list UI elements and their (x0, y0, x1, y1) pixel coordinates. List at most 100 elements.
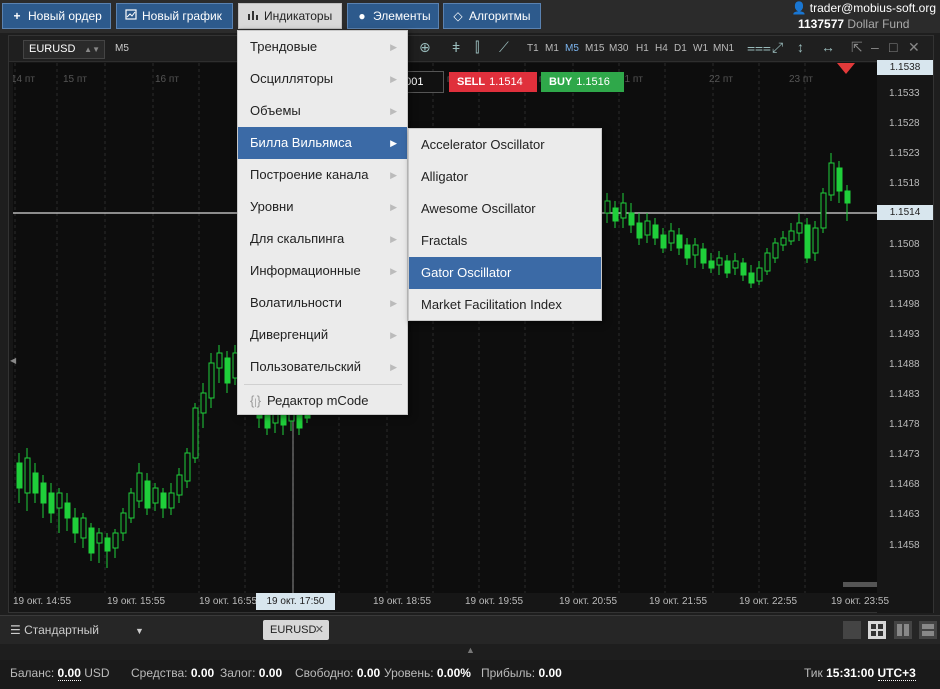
chevron-right-icon: ▶ (390, 266, 397, 276)
sell-button[interactable]: SELL 1.1514 (449, 72, 537, 92)
timeframe-h1[interactable]: H1 (636, 43, 649, 54)
timeframe-t1[interactable]: T1 (527, 43, 539, 54)
panel-expand-icon[interactable]: ▲ (466, 645, 475, 655)
submenu-item-accelerator[interactable]: Accelerator Oscillator (409, 129, 601, 161)
candle-body (636, 222, 643, 239)
detach-icon[interactable]: ⇱ (851, 39, 863, 56)
menu-item-volatility[interactable]: Волатильности ▶ (238, 287, 407, 319)
level-label: Уровень: (384, 666, 434, 680)
timeframe-m15[interactable]: M15 (585, 43, 604, 54)
candle-body (88, 527, 95, 554)
price-tick: 1.1483 (889, 389, 920, 400)
price-tick: 1.1478 (889, 419, 920, 431)
menu-item-volumes[interactable]: Объемы ▶ (238, 95, 407, 127)
menu-item-label: Билла Вильямса (250, 135, 352, 150)
buy-label: BUY (549, 76, 573, 88)
minimize-icon[interactable]: – (871, 39, 879, 55)
price-tick: 1.1468 (889, 479, 920, 491)
submenu-item-gator[interactable]: Gator Oscillator (409, 257, 601, 289)
layout-rows-icon[interactable] (919, 621, 937, 639)
margin-label: Залог: (220, 666, 256, 680)
candle-body (120, 512, 127, 534)
chart-tab[interactable]: EURUSD ✕ (263, 620, 329, 640)
time-tick: 19 окт. 23:55 (831, 596, 890, 607)
current-price-tag: 1.1514 (877, 205, 933, 220)
line-chart-icon[interactable]: ⟋ (499, 39, 509, 56)
new-chart-button[interactable]: Новый график (116, 3, 233, 29)
trading-app: { "toolbar": { "new_order": "Новый ордер… (0, 0, 940, 689)
timezone-select[interactable]: UTC+3 (877, 666, 916, 681)
elements-button[interactable]: ● Элементы (347, 3, 439, 29)
layout-grid-icon[interactable] (868, 621, 886, 639)
date-label: 16 пт (155, 74, 179, 85)
submenu-item-awesome[interactable]: Awesome Oscillator (409, 193, 601, 225)
timeframe-mn1[interactable]: MN1 (713, 43, 734, 54)
layout-columns-icon[interactable] (894, 621, 912, 639)
timeframe-h4[interactable]: H4 (655, 43, 668, 54)
line-tool-icon[interactable]: ǂ (452, 39, 460, 55)
menu-item-mcode-editor[interactable]: {|} Редактор mCode (238, 385, 407, 417)
candle-body (136, 472, 143, 502)
menu-item-channels[interactable]: Построение канала ▶ (238, 159, 407, 191)
trendline-icon[interactable]: ⤢ (772, 39, 783, 56)
menu-item-scalping[interactable]: Для скальпинга ▶ (238, 223, 407, 255)
margin-value: 0.00 (258, 666, 283, 680)
new-order-button[interactable]: + Новый ордер (2, 3, 111, 29)
layout-single-icon[interactable] (843, 621, 861, 639)
submenu-item-alligator[interactable]: Alligator (409, 161, 601, 193)
free-value: 0.00 (356, 666, 381, 680)
menu-item-bill-williams[interactable]: Билла Вильямса ▶ (238, 127, 407, 159)
status-bar: Баланс: 0.00 USD Средства: 0.00 Залог: 0… (0, 660, 940, 689)
candle-body (764, 252, 771, 272)
menu-item-label: Пользовательский (250, 359, 362, 374)
candle-body (796, 222, 803, 234)
price-tick: 1.1533 (889, 88, 920, 99)
submenu-item-mfi[interactable]: Market Facilitation Index (409, 289, 601, 321)
balance-value[interactable]: 0.00 (57, 666, 81, 681)
candle-body (780, 237, 787, 246)
menu-item-informational[interactable]: Информационные ▶ (238, 255, 407, 287)
candles-icon[interactable]: ⫿ (475, 39, 479, 56)
timeframe-d1[interactable]: D1 (674, 43, 687, 54)
vertical-line-icon[interactable]: ↕ (797, 39, 804, 55)
chevron-right-icon: ▶ (390, 74, 397, 84)
menu-item-levels[interactable]: Уровни ▶ (238, 191, 407, 223)
submenu-item-fractals[interactable]: Fractals (409, 225, 601, 257)
account-info[interactable]: 👤 trader@mobius-soft.org 1137577 Dollar … (791, 0, 940, 33)
indicators-button[interactable]: Индикаторы (238, 3, 342, 29)
layout-select[interactable]: ☰ Стандартный ▼ (10, 623, 144, 637)
timeframe-w1[interactable]: W1 (693, 43, 708, 54)
new-chart-label: Новый график (142, 9, 222, 23)
candle-body (72, 517, 79, 534)
candle-body (804, 224, 811, 259)
left-scroll-arrow[interactable]: ◀ (10, 356, 16, 365)
maximize-icon[interactable]: □ (889, 39, 897, 55)
timeframe-m30[interactable]: M30 (609, 43, 628, 54)
price-axis[interactable]: 1.15331.15281.15231.15181.15131.15081.15… (877, 60, 933, 613)
chevron-down-icon: ▼ (134, 626, 144, 636)
zoom-in-icon[interactable]: ⊕ (419, 39, 431, 56)
menu-item-custom[interactable]: Пользовательский ▶ (238, 351, 407, 383)
chevron-right-icon: ▶ (390, 330, 397, 340)
timeframe-m5[interactable]: M5 (565, 43, 579, 54)
menu-item-label: Дивергенций (250, 327, 329, 342)
candle-body (732, 260, 739, 269)
fibo-icon[interactable]: ⩶ (747, 39, 771, 56)
price-tick: 1.1473 (889, 449, 920, 461)
horizontal-line-icon[interactable]: ↔ (821, 39, 835, 55)
symbol-select[interactable]: EURUSD ▲▼ (23, 40, 105, 59)
timeframe-m1[interactable]: M1 (545, 43, 559, 54)
algorithms-button[interactable]: ◇ Алгоритмы (443, 3, 541, 29)
time-axis[interactable]: 19 окт. 23:55 19 окт. 22:55 19 окт. 21:55 1… (13, 593, 889, 611)
close-chart-icon[interactable]: ✕ (908, 39, 920, 56)
menu-item-trend[interactable]: Трендовые ▶ (238, 31, 407, 63)
funds-label: Средства: (131, 666, 188, 680)
menu-item-label: Трендовые (250, 39, 318, 54)
buy-button[interactable]: BUY 1.1516 (541, 72, 624, 92)
date-label: 22 пт (709, 74, 733, 85)
close-tab-icon[interactable]: ✕ (315, 620, 324, 640)
menu-item-oscillators[interactable]: Осцилляторы ▶ (238, 63, 407, 95)
candle-body (224, 357, 231, 384)
menu-item-divergence[interactable]: Дивергенций ▶ (238, 319, 407, 351)
candle-body (604, 200, 611, 214)
